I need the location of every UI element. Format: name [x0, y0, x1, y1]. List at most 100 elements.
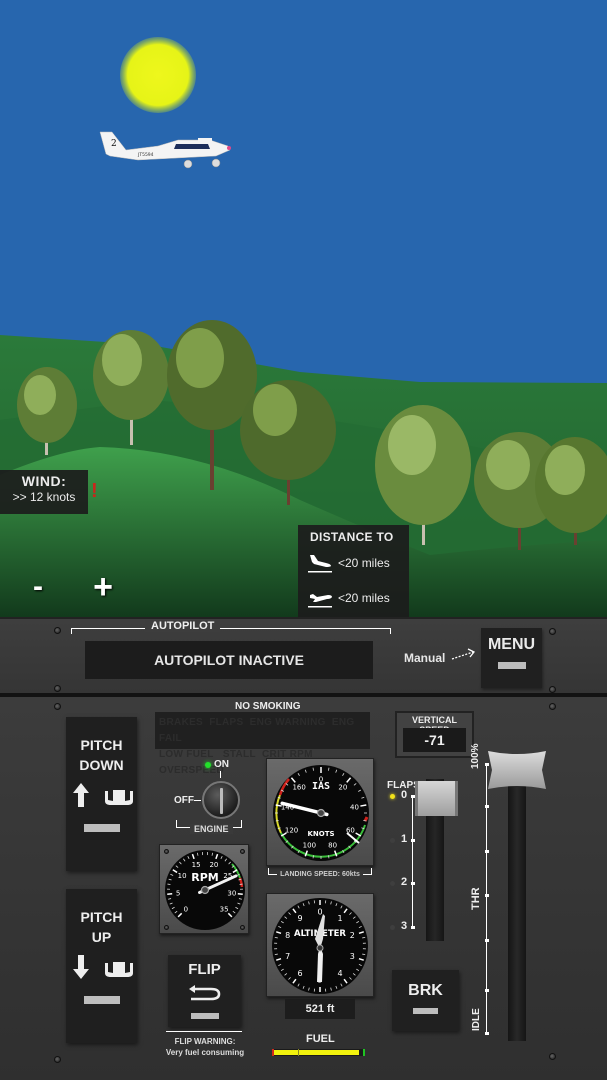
dial-tick-label: 8: [285, 931, 290, 940]
engine-on-tick: [220, 771, 221, 778]
aircraft-registration: JT5594: [137, 152, 154, 158]
dial-minor-tick: [275, 820, 279, 822]
button-indicator: [190, 1013, 219, 1019]
ias-gauge-dial: 020406080100120140160 IAS KNOTS: [273, 765, 369, 861]
plane-takeoff-icon: [308, 594, 332, 608]
arrow-right-icon: [451, 648, 476, 660]
screw-icon: [54, 685, 61, 692]
no-smoking-label: NO SMOKING: [235, 701, 301, 712]
flaps-tick: [411, 838, 415, 842]
yoke-icon: [104, 790, 133, 805]
dial-minor-tick: [362, 953, 366, 956]
throttle-lever-handle[interactable]: [488, 751, 546, 789]
pitch-up-label: PITCH UP: [80, 909, 123, 945]
flip-label: FLIP: [188, 961, 221, 978]
rpm-title: RPM: [191, 871, 218, 884]
dial-tick-label: 120: [285, 826, 298, 834]
sun: [120, 37, 196, 113]
engine-switch: ON OFF ENGINE: [170, 757, 250, 837]
annunciator-flaps: FLAPS: [209, 717, 244, 728]
menu-button[interactable]: MENU: [481, 628, 542, 688]
wind-indicator: WIND: >> 12 knots: [0, 470, 88, 514]
rpm-gauge: 0 5 10 15 20 25 30 35 RPM: [159, 844, 249, 934]
screw-icon: [54, 627, 61, 634]
flaps-tick: [411, 795, 415, 798]
ias-unit: KNOTS: [307, 830, 334, 838]
pitch-down-label: PITCH DOWN: [79, 737, 124, 773]
throttle-tick: [485, 805, 489, 808]
button-indicator: [497, 662, 526, 669]
altimeter-hub: [316, 944, 324, 952]
zoom-in-button[interactable]: +: [88, 570, 118, 604]
fuel-label: FUEL: [306, 1033, 335, 1045]
dial-minor-tick: [312, 767, 314, 771]
screw-icon: [549, 686, 556, 693]
pitch-down-button[interactable]: PITCH DOWN: [66, 717, 137, 871]
flip-arrow-icon: [188, 985, 220, 1001]
engine-off-tick: [194, 800, 201, 801]
vertical-speed-value: -71: [403, 728, 466, 752]
aircraft: 2 JT5594: [99, 131, 231, 169]
warning-annunciator-panel: BRAKES FLAPS ENG WARNING ENG FAIL LOW FU…: [155, 712, 370, 776]
throttle-tick: [485, 850, 489, 853]
button-indicator: [413, 1008, 438, 1014]
arrow-down-icon: [73, 955, 90, 979]
flip-divider: [166, 1031, 242, 1032]
fuel-full-mark: [363, 1049, 365, 1056]
dial-tick: [360, 804, 367, 807]
menu-label: MENU: [487, 636, 536, 653]
dial-tick-label: 10: [178, 872, 187, 880]
autopilot-bracket: [71, 628, 391, 634]
dial-tick-label: 0: [317, 908, 322, 917]
pitch-up-button[interactable]: PITCH UP: [66, 889, 137, 1043]
dial-minor-tick: [363, 820, 367, 822]
wind-title: WIND:: [21, 473, 67, 489]
flaps-tick: [411, 925, 415, 929]
dial-tick: [167, 892, 173, 895]
zoom-out-button[interactable]: -: [27, 572, 49, 602]
screw-icon: [54, 703, 61, 710]
manual-label: Manual: [404, 651, 446, 665]
knob-indicator: [220, 788, 223, 814]
autopilot-status-display[interactable]: AUTOPILOT INACTIVE: [85, 641, 373, 679]
dial-tick-label: 15: [192, 861, 201, 869]
throttle-tick: [485, 939, 489, 942]
dial-tick-label: 40: [350, 803, 359, 811]
dial-tick-label: 0: [184, 905, 188, 913]
autopilot-section-label: AUTOPILOT: [145, 620, 221, 632]
dial-minor-tick: [328, 767, 330, 771]
annunciator-row-1: BRAKES FLAPS ENG WARNING ENG FAIL: [159, 715, 366, 747]
screw-icon: [240, 925, 245, 930]
dial-tick-label: 20: [338, 783, 347, 791]
dial-tick-label: 160: [292, 783, 305, 791]
dial-minor-tick: [312, 855, 314, 859]
flip-warning-title: FLIP WARNING:: [174, 1037, 236, 1046]
brake-button[interactable]: BRK: [392, 970, 459, 1031]
annunciator-eng-warning: ENG WARNING: [249, 717, 326, 728]
flaps-position-led: [390, 924, 395, 930]
flaps-lever-handle[interactable]: [415, 781, 458, 816]
plane-landing-icon: [308, 555, 332, 573]
dial-tick-label: 6: [297, 969, 302, 978]
screw-icon: [164, 849, 169, 854]
throttle-tick: [485, 989, 489, 992]
dial-tick-label: 9: [297, 914, 302, 923]
throttle-idle-label: IDLE: [471, 1008, 482, 1031]
flip-button[interactable]: FLIP: [168, 955, 241, 1027]
button-indicator: [83, 996, 120, 1004]
fuel-gauge-bar: [272, 1049, 365, 1056]
flaps-position-led: [390, 794, 395, 799]
altimeter-gauge: 0123456789 ALTIMETER: [266, 893, 374, 997]
engine-on-label: ON: [214, 759, 229, 770]
distance-landing-row: <20 miles: [306, 552, 406, 576]
flight-scene: 2 JT5594 WIND: >> 12 knots ! DISTANCE TO…: [0, 0, 607, 617]
engine-off-label: OFF: [174, 795, 194, 806]
ias-red-mark: [363, 816, 369, 822]
airspeed-gauge: 0 20 40 60 80 100 120 140 160 IAS KNOTS: [266, 758, 374, 866]
dial-tick-label: 7: [285, 952, 290, 961]
fuel-empty-mark: [272, 1049, 274, 1056]
engine-knob[interactable]: [202, 781, 240, 819]
dial-tick-label: 4: [337, 969, 342, 978]
throttle-tick: [485, 1032, 489, 1035]
button-indicator: [83, 824, 120, 832]
